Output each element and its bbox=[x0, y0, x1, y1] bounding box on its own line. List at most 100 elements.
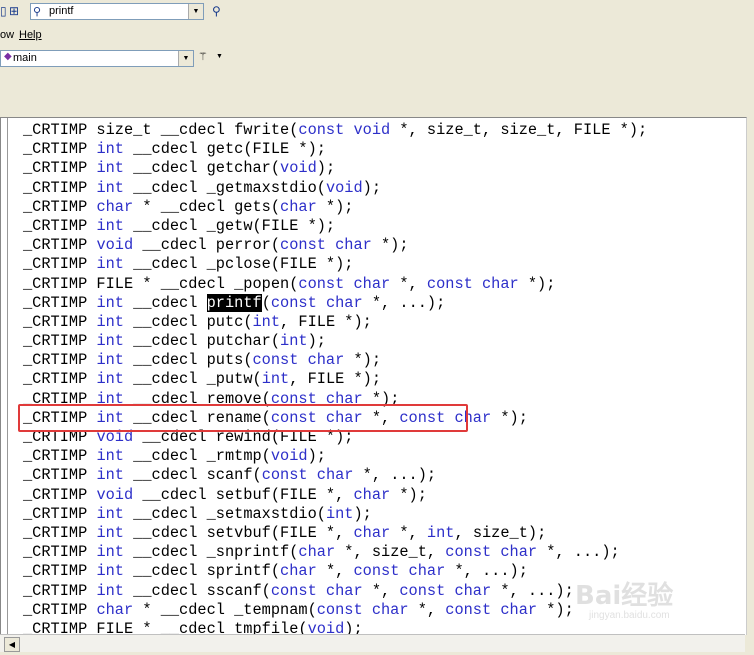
baidu-jingyan-watermark: Bai经验 jingyan.baidu.com bbox=[575, 575, 745, 625]
code-token: __cdecl putchar( bbox=[123, 332, 281, 351]
code-token: _CRTIMP bbox=[23, 370, 97, 389]
code-line[interactable]: _CRTIMP int __cdecl getc(FILE *); bbox=[23, 140, 647, 159]
watermark-brand2-text: 经验 bbox=[621, 581, 674, 611]
code-token: _CRTIMP bbox=[23, 504, 97, 523]
keyword-token: void bbox=[96, 485, 134, 504]
code-line[interactable]: _CRTIMP int __cdecl _snprintf(char *, si… bbox=[23, 543, 647, 562]
find-dropdown-button[interactable]: ▼ bbox=[188, 4, 203, 19]
code-line[interactable]: _CRTIMP void __cdecl perror(const char *… bbox=[23, 236, 647, 255]
find-in-files-icon[interactable]: ⊞ bbox=[9, 3, 19, 19]
code-line[interactable]: _CRTIMP char * __cdecl gets(char *); bbox=[23, 198, 647, 217]
keyword-token: int bbox=[96, 351, 124, 370]
code-token: __cdecl scanf( bbox=[123, 466, 262, 485]
code-token: ); bbox=[353, 504, 372, 523]
horizontal-scrollbar[interactable]: ◀ bbox=[0, 634, 745, 652]
keyword-token: const char bbox=[270, 581, 363, 600]
code-token: *, bbox=[390, 523, 427, 542]
code-line[interactable]: _CRTIMP int __cdecl puts(const char *); bbox=[23, 351, 647, 370]
code-line[interactable]: _CRTIMP int __cdecl _putw(int, FILE *); bbox=[23, 370, 647, 389]
code-line[interactable]: _CRTIMP int __cdecl printf(const char *,… bbox=[23, 293, 647, 313]
function-selector[interactable]: ◆ main ▼ bbox=[0, 50, 194, 67]
function-selector-value: main bbox=[13, 52, 37, 64]
code-token: __cdecl perror( bbox=[133, 236, 281, 255]
code-token: _CRTIMP bbox=[23, 447, 97, 466]
keyword-token: int bbox=[96, 255, 124, 274]
code-token: *, ...); bbox=[353, 466, 437, 485]
keyword-token: int bbox=[280, 332, 308, 351]
keyword-token: char bbox=[280, 562, 317, 581]
wizard-dropdown-icon[interactable]: ▼ bbox=[216, 53, 223, 60]
code-token: __cdecl _putw( bbox=[123, 370, 262, 389]
toolbar: ▯ ⊞ ⚲ printf ▼ ⚲ bbox=[0, 0, 754, 24]
code-token: __cdecl _snprintf( bbox=[123, 543, 299, 562]
code-line[interactable]: _CRTIMP int __cdecl setvbuf(FILE *, char… bbox=[23, 524, 647, 543]
function-icon: ◆ bbox=[4, 51, 12, 62]
code-token: *, ...); bbox=[537, 543, 620, 562]
code-line[interactable]: _CRTIMP int __cdecl getchar(void); bbox=[23, 159, 647, 178]
keyword-token: char bbox=[353, 485, 391, 504]
menu-help[interactable]: Help bbox=[19, 29, 42, 41]
code-line[interactable]: _CRTIMP void __cdecl setbuf(FILE *, char… bbox=[23, 486, 647, 505]
code-token: * __cdecl gets( bbox=[133, 197, 281, 216]
wizard-wand-icon[interactable]: ⚚ bbox=[198, 50, 208, 63]
keyword-token: const char bbox=[298, 274, 391, 293]
code-token: * __cdecl _tempnam( bbox=[133, 600, 317, 619]
code-token: *, ...); bbox=[491, 581, 574, 600]
find-value[interactable]: printf bbox=[49, 5, 73, 17]
keyword-token: int bbox=[96, 216, 124, 235]
function-dropdown-button[interactable]: ▼ bbox=[178, 51, 193, 66]
code-line[interactable]: _CRTIMP int __cdecl putchar(int); bbox=[23, 332, 647, 351]
code-token: __cdecl _getmaxstdio( bbox=[123, 178, 326, 197]
keyword-token: int bbox=[426, 523, 455, 542]
code-token: _CRTIMP bbox=[23, 178, 97, 197]
code-token: _CRTIMP bbox=[23, 562, 97, 581]
code-token: *); bbox=[390, 485, 427, 504]
code-line[interactable]: _CRTIMP int __cdecl sscanf(const char *,… bbox=[23, 582, 647, 601]
keyword-token: int bbox=[96, 159, 124, 178]
code-token: __cdecl sscanf( bbox=[123, 581, 271, 600]
code-line[interactable]: _CRTIMP size_t __cdecl fwrite(const void… bbox=[23, 121, 647, 140]
code-token: *, size_t, size_t, FILE *); bbox=[390, 121, 648, 139]
code-line[interactable]: _CRTIMP FILE * __cdecl _popen(const char… bbox=[23, 275, 647, 294]
code-token: *); bbox=[316, 197, 354, 216]
code-line[interactable]: _CRTIMP int __cdecl _getmaxstdio(void); bbox=[23, 179, 647, 198]
code-token: __cdecl setvbuf(FILE *, bbox=[123, 523, 354, 542]
code-token: __cdecl _pclose(FILE *); bbox=[123, 255, 354, 274]
code-token: _CRTIMP bbox=[23, 140, 97, 159]
keyword-token: int bbox=[96, 140, 124, 159]
keyword-token: int bbox=[96, 562, 124, 581]
code-line[interactable]: _CRTIMP int __cdecl _rmtmp(void); bbox=[23, 447, 647, 466]
code-line[interactable]: _CRTIMP int __cdecl _getw(FILE *); bbox=[23, 217, 647, 236]
keyword-token: const char bbox=[270, 293, 363, 312]
scroll-left-button[interactable]: ◀ bbox=[4, 637, 20, 652]
menu-window[interactable]: ow bbox=[0, 29, 14, 41]
code-line[interactable]: _CRTIMP char * __cdecl _tempnam(const ch… bbox=[23, 601, 647, 620]
keyword-token: int bbox=[96, 293, 124, 312]
keyword-token: char bbox=[353, 523, 391, 542]
keyword-token: int bbox=[261, 370, 290, 389]
find-next-icon[interactable]: ⚲ bbox=[212, 3, 221, 19]
code-token: __cdecl puts( bbox=[123, 351, 253, 370]
code-token: *, size_t, bbox=[335, 543, 446, 562]
keyword-token: const char bbox=[399, 581, 492, 600]
code-token: __cdecl _getw(FILE *); bbox=[123, 216, 336, 235]
toolbar-icon-left[interactable]: ▯ bbox=[0, 3, 7, 19]
code-line[interactable]: _CRTIMP int __cdecl _pclose(FILE *); bbox=[23, 255, 647, 274]
code-line[interactable]: _CRTIMP int __cdecl _setmaxstdio(int); bbox=[23, 505, 647, 524]
keyword-token: void bbox=[96, 236, 134, 255]
code-token: _CRTIMP bbox=[23, 236, 97, 255]
keyword-token: int bbox=[96, 312, 124, 331]
code-token: _CRTIMP bbox=[23, 255, 97, 274]
watermark-url: jingyan.baidu.com bbox=[589, 610, 670, 621]
code-token: *, bbox=[316, 562, 354, 581]
code-token: __cdecl _setmaxstdio( bbox=[123, 504, 326, 523]
code-token: _CRTIMP bbox=[23, 351, 97, 370]
keyword-token: int bbox=[96, 466, 124, 485]
code-editor[interactable]: _CRTIMP size_t __cdecl fwrite(const void… bbox=[0, 117, 747, 638]
code-line[interactable]: _CRTIMP int __cdecl scanf(const char *, … bbox=[23, 466, 647, 485]
find-combobox[interactable]: ⚲ printf ▼ bbox=[30, 3, 204, 20]
keyword-token: const char bbox=[445, 543, 538, 562]
code-line[interactable]: _CRTIMP int __cdecl sprintf(char *, cons… bbox=[23, 562, 647, 581]
code-line[interactable]: _CRTIMP int __cdecl putc(int, FILE *); bbox=[23, 313, 647, 332]
code-token: _CRTIMP bbox=[23, 600, 97, 619]
